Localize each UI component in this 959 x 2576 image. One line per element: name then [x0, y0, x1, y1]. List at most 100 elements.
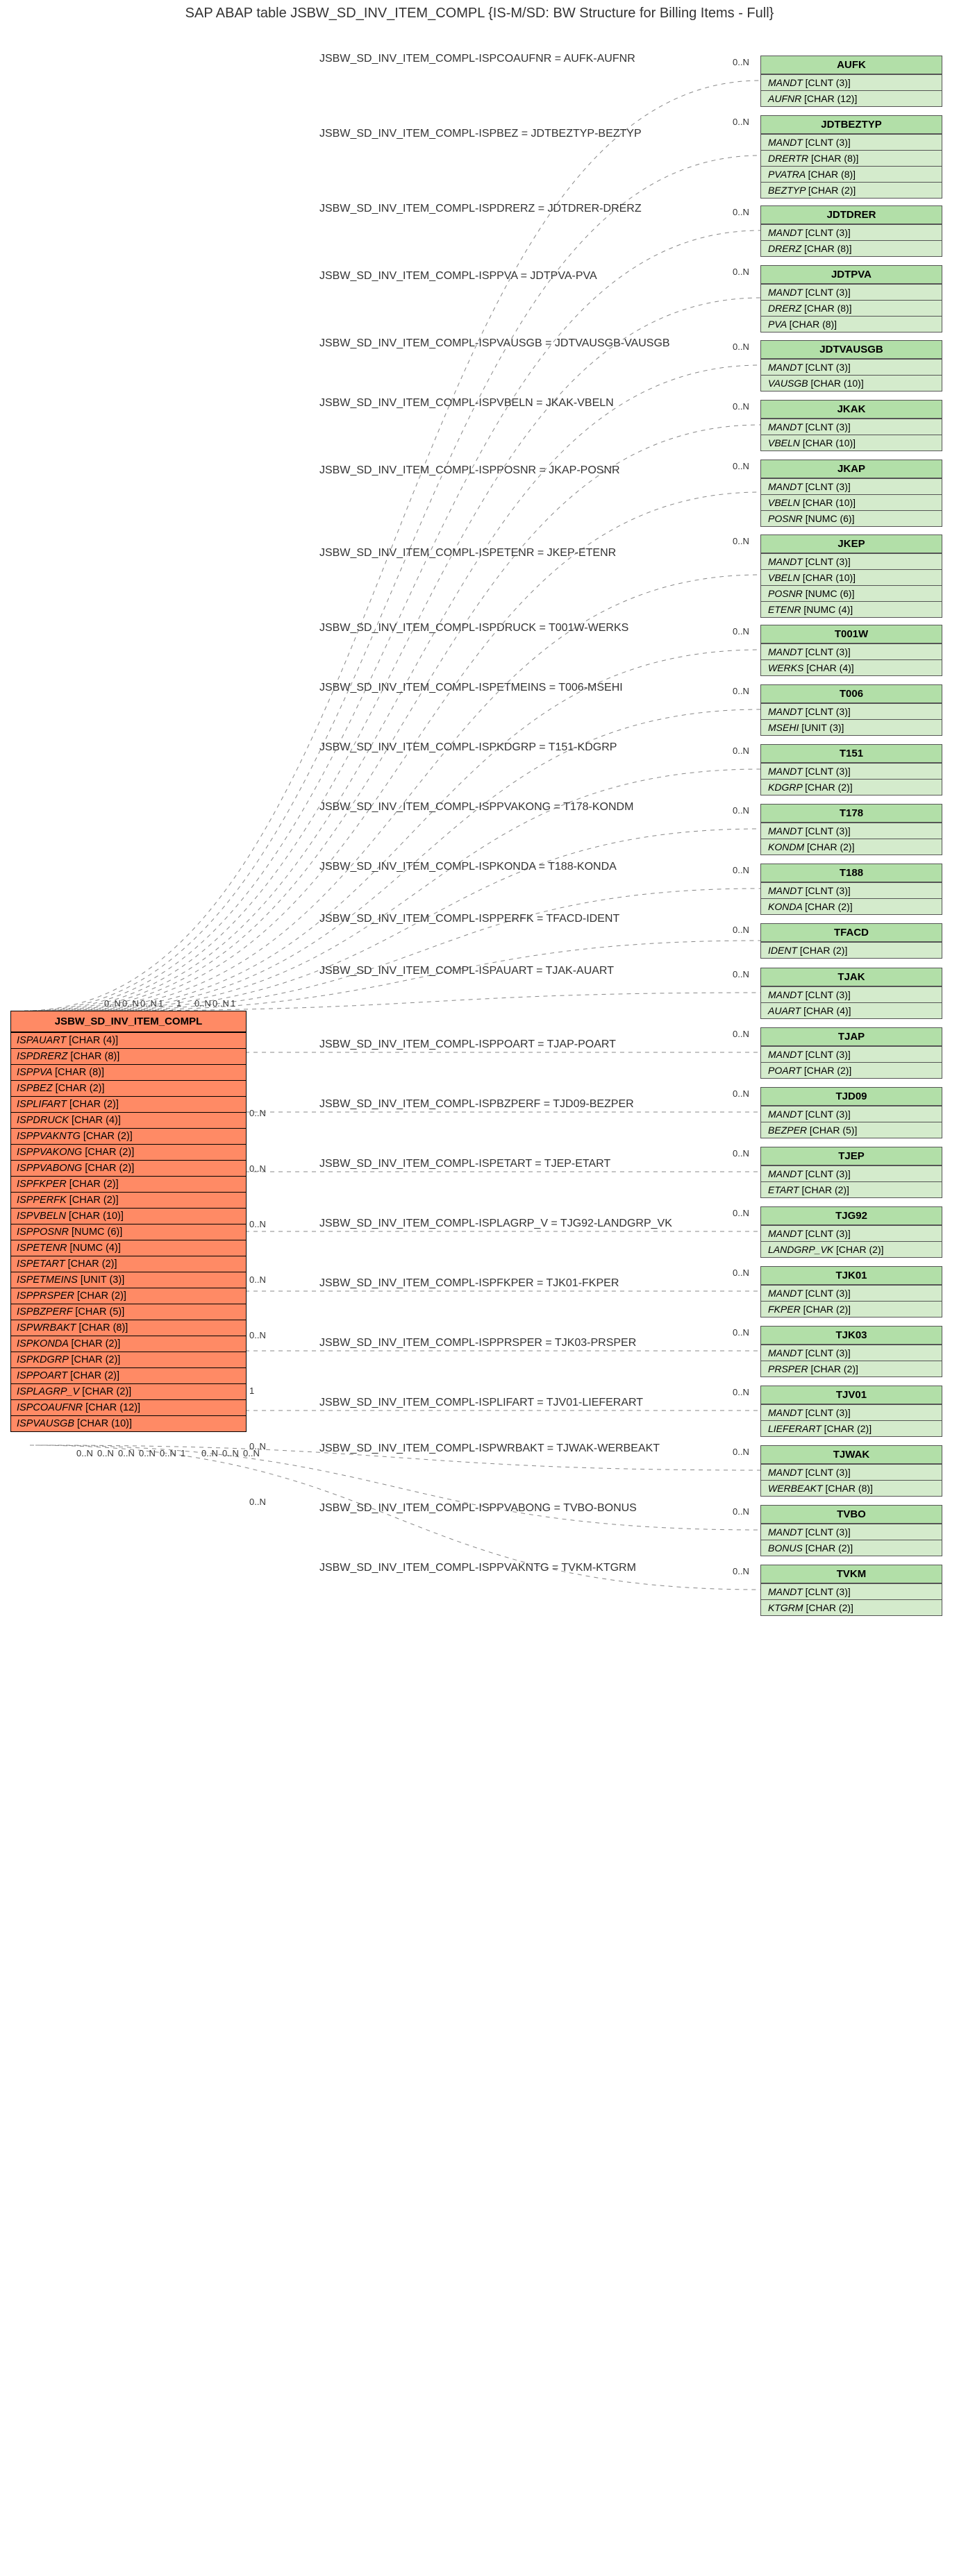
main-field-row: ISPVAUSGB [CHAR (10)]	[11, 1415, 246, 1431]
edge-label: JSBW_SD_INV_ITEM_COMPL-ISPETMEINS = T006…	[319, 682, 623, 694]
cardinality-label: 0..N	[222, 1448, 239, 1458]
target-field-row: MANDT [CLNT (3)]	[761, 986, 942, 1002]
target-table-TJD09: TJD09MANDT [CLNT (3)]BEZPER [CHAR (5)]	[760, 1087, 942, 1138]
target-table-JDTPVA: JDTPVAMANDT [CLNT (3)]DRERZ [CHAR (8)]PV…	[760, 265, 942, 332]
main-field-row: ISPDRERZ [CHAR (8)]	[11, 1048, 246, 1064]
target-header: AUFK	[761, 56, 942, 74]
cardinality-label: 0..N	[733, 1506, 749, 1517]
target-table-T006: T006MANDT [CLNT (3)]MSEHI [UNIT (3)]	[760, 684, 942, 736]
edge-label: JSBW_SD_INV_ITEM_COMPL-ISPBZPERF = TJD09…	[319, 1098, 634, 1111]
cardinality-label: 0..N	[160, 1448, 176, 1458]
target-field-row: PVA [CHAR (8)]	[761, 316, 942, 332]
target-table-T151: T151MANDT [CLNT (3)]KDGRP [CHAR (2)]	[760, 744, 942, 795]
edge-label: JSBW_SD_INV_ITEM_COMPL-ISPPOART = TJAP-P…	[319, 1038, 616, 1051]
target-table-TJK01: TJK01MANDT [CLNT (3)]FKPER [CHAR (2)]	[760, 1266, 942, 1318]
main-field-row: ISPCOAUFNR [CHAR (12)]	[11, 1399, 246, 1415]
main-table-header: JSBW_SD_INV_ITEM_COMPL	[11, 1011, 246, 1032]
target-field-row: IDENT [CHAR (2)]	[761, 942, 942, 958]
target-field-row: MANDT [CLNT (3)]	[761, 419, 942, 435]
target-field-row: MANDT [CLNT (3)]	[761, 1404, 942, 1420]
target-field-row: MANDT [CLNT (3)]	[761, 1524, 942, 1540]
cardinality-label: 0..N	[201, 1448, 218, 1458]
cardinality-label: 0..N	[733, 1029, 749, 1039]
target-table-JDTVAUSGB: JDTVAUSGBMANDT [CLNT (3)]VAUSGB [CHAR (1…	[760, 340, 942, 392]
cardinality-label: 0..N	[733, 267, 749, 277]
target-table-TJAK: TJAKMANDT [CLNT (3)]AUART [CHAR (4)]	[760, 968, 942, 1019]
target-header: T178	[761, 805, 942, 823]
target-header: T006	[761, 685, 942, 703]
target-table-T178: T178MANDT [CLNT (3)]KONDM [CHAR (2)]	[760, 804, 942, 855]
target-field-row: ETART [CHAR (2)]	[761, 1181, 942, 1197]
main-field-row: ISPBEZ [CHAR (2)]	[11, 1080, 246, 1096]
cardinality-label: 0..N	[733, 461, 749, 471]
target-header: T001W	[761, 625, 942, 643]
edge-label: JSBW_SD_INV_ITEM_COMPL-ISPETART = TJEP-E…	[319, 1158, 610, 1170]
cardinality-label: 0..N	[733, 1208, 749, 1218]
cardinality-label: 1	[176, 998, 181, 1009]
target-table-TVKM: TVKMMANDT [CLNT (3)]KTGRM [CHAR (2)]	[760, 1565, 942, 1616]
edge-label: JSBW_SD_INV_ITEM_COMPL-ISPLAGRP_V = TJG9…	[319, 1218, 672, 1230]
edge-label: JSBW_SD_INV_ITEM_COMPL-ISPPVABONG = TVBO…	[319, 1502, 637, 1515]
target-field-row: PVATRA [CHAR (8)]	[761, 166, 942, 182]
target-header: JDTDRER	[761, 206, 942, 224]
cardinality-label: 0..N	[733, 536, 749, 546]
cardinality-label: 0..N	[733, 207, 749, 217]
cardinality-label: 0..N	[733, 1566, 749, 1576]
target-field-row: WERKS [CHAR (4)]	[761, 659, 942, 675]
main-field-row: ISPBZPERF [CHAR (5)]	[11, 1304, 246, 1320]
main-field-row: ISPPVAKNTG [CHAR (2)]	[11, 1128, 246, 1144]
target-field-row: VAUSGB [CHAR (10)]	[761, 375, 942, 391]
target-table-JKAP: JKAPMANDT [CLNT (3)]VBELN [CHAR (10)]POS…	[760, 460, 942, 527]
target-field-row: KONDA [CHAR (2)]	[761, 898, 942, 914]
edge-label: JSBW_SD_INV_ITEM_COMPL-ISPVBELN = JKAK-V…	[319, 397, 614, 410]
target-field-row: AUFNR [CHAR (12)]	[761, 90, 942, 106]
cardinality-label: 0..N	[733, 746, 749, 756]
cardinality-label: 0..N	[140, 998, 157, 1009]
cardinality-label: 0..N	[194, 998, 211, 1009]
target-field-row: WERBEAKT [CHAR (8)]	[761, 1480, 942, 1496]
target-table-TJEP: TJEPMANDT [CLNT (3)]ETART [CHAR (2)]	[760, 1147, 942, 1198]
main-field-row: ISPPVAKONG [CHAR (2)]	[11, 1144, 246, 1160]
target-field-row: MANDT [CLNT (3)]	[761, 703, 942, 719]
cardinality-label: 0..N	[733, 117, 749, 127]
target-header: TJAP	[761, 1028, 942, 1046]
target-field-row: MANDT [CLNT (3)]	[761, 1464, 942, 1480]
cardinality-label: 0..N	[733, 57, 749, 67]
edge-label: JSBW_SD_INV_ITEM_COMPL-ISPCOAUFNR = AUFK…	[319, 53, 635, 65]
target-field-row: MANDT [CLNT (3)]	[761, 553, 942, 569]
target-header: JDTBEZTYP	[761, 116, 942, 134]
target-header: T188	[761, 864, 942, 882]
target-header: TJV01	[761, 1386, 942, 1404]
target-field-row: MANDT [CLNT (3)]	[761, 359, 942, 375]
target-field-row: MANDT [CLNT (3)]	[761, 134, 942, 150]
cardinality-label: 0..N	[733, 686, 749, 696]
target-field-row: MANDT [CLNT (3)]	[761, 224, 942, 240]
target-field-row: ETENR [NUMC (4)]	[761, 601, 942, 617]
main-field-row: ISPKDGRP [CHAR (2)]	[11, 1352, 246, 1367]
cardinality-label: 0..N	[212, 998, 229, 1009]
target-field-row: BEZTYP [CHAR (2)]	[761, 182, 942, 198]
edge-label: JSBW_SD_INV_ITEM_COMPL-ISPDRERZ = JDTDRE…	[319, 203, 642, 215]
target-header: TJG92	[761, 1207, 942, 1225]
edge-label: JSBW_SD_INV_ITEM_COMPL-ISPLIFART = TJV01…	[319, 1397, 643, 1409]
target-field-row: MANDT [CLNT (3)]	[761, 1345, 942, 1361]
cardinality-label: 0..N	[97, 1448, 114, 1458]
edge-label: JSBW_SD_INV_ITEM_COMPL-ISPETENR = JKEP-E…	[319, 547, 616, 559]
edge-label: JSBW_SD_INV_ITEM_COMPL-ISPPRSPER = TJK03…	[319, 1337, 636, 1349]
target-header: JDTVAUSGB	[761, 341, 942, 359]
target-header: JKAK	[761, 401, 942, 419]
target-field-row: MANDT [CLNT (3)]	[761, 478, 942, 494]
edge-label: JSBW_SD_INV_ITEM_COMPL-ISPKDGRP = T151-K…	[319, 741, 617, 754]
target-field-row: BONUS [CHAR (2)]	[761, 1540, 942, 1556]
target-table-T188: T188MANDT [CLNT (3)]KONDA [CHAR (2)]	[760, 864, 942, 915]
target-field-row: DRERZ [CHAR (8)]	[761, 300, 942, 316]
target-field-row: VBELN [CHAR (10)]	[761, 569, 942, 585]
target-field-row: POSNR [NUMC (6)]	[761, 585, 942, 601]
target-field-row: PRSPER [CHAR (2)]	[761, 1361, 942, 1377]
target-field-row: MANDT [CLNT (3)]	[761, 823, 942, 839]
main-field-row: ISPPOSNR [NUMC (6)]	[11, 1224, 246, 1240]
main-field-row: ISPPOART [CHAR (2)]	[11, 1367, 246, 1383]
target-table-JKEP: JKEPMANDT [CLNT (3)]VBELN [CHAR (10)]POS…	[760, 534, 942, 618]
edge-label: JSBW_SD_INV_ITEM_COMPL-ISPPVAKNTG = TVKM…	[319, 1562, 636, 1574]
cardinality-label: 0..N	[139, 1448, 156, 1458]
